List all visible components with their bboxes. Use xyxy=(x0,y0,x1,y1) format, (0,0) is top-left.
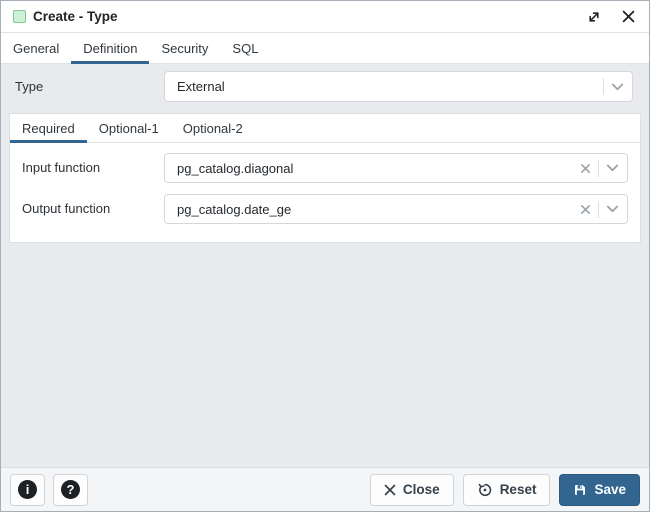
dialog-title: Create - Type xyxy=(33,9,118,24)
chevron-down-icon[interactable] xyxy=(611,82,624,92)
subtab-optional-2[interactable]: Optional-2 xyxy=(171,114,255,142)
subtab-optional-1[interactable]: Optional-1 xyxy=(87,114,171,142)
help-button[interactable]: ? xyxy=(53,474,88,506)
close-x-icon xyxy=(384,484,396,496)
clear-x-icon[interactable] xyxy=(580,204,591,215)
subtab-optional-1-label: Optional-1 xyxy=(99,121,159,136)
definition-subtabs: Required Optional-1 Optional-2 xyxy=(10,114,640,143)
tab-definition-label: Definition xyxy=(83,41,137,56)
input-function-combo[interactable]: pg_catalog.diagonal xyxy=(164,153,628,183)
dialog-titlebar: Create - Type xyxy=(1,1,649,33)
subtab-required[interactable]: Required xyxy=(10,114,87,142)
chevron-down-icon[interactable] xyxy=(606,204,619,214)
definition-tab-content: Type External Required Optional-1 Option… xyxy=(1,65,649,467)
tab-security-label: Security xyxy=(161,41,208,56)
info-button[interactable]: i xyxy=(10,474,45,506)
tab-general[interactable]: General xyxy=(1,33,71,63)
required-optional-panel: Required Optional-1 Optional-2 Input fun… xyxy=(9,113,641,243)
select-divider xyxy=(598,201,599,218)
type-field-label: Type xyxy=(15,71,43,102)
reset-button[interactable]: Reset xyxy=(463,474,551,506)
select-divider xyxy=(598,160,599,177)
info-icon: i xyxy=(18,480,37,499)
save-button[interactable]: Save xyxy=(559,474,640,506)
clear-x-icon[interactable] xyxy=(580,163,591,174)
tab-definition[interactable]: Definition xyxy=(71,33,149,63)
tab-security[interactable]: Security xyxy=(149,33,220,63)
create-type-dialog: Create - Type General Definition Securit… xyxy=(0,0,650,512)
reset-icon xyxy=(477,482,493,498)
dialog-footer: i ? Close xyxy=(1,467,649,511)
input-function-value: pg_catalog.diagonal xyxy=(177,161,580,176)
output-function-value: pg_catalog.date_ge xyxy=(177,202,580,217)
save-button-label: Save xyxy=(594,482,626,497)
tab-sql[interactable]: SQL xyxy=(220,33,270,63)
subtab-required-label: Required xyxy=(22,121,75,136)
input-function-label: Input function xyxy=(22,153,100,183)
subtab-optional-2-label: Optional-2 xyxy=(183,121,243,136)
close-button[interactable]: Close xyxy=(370,474,454,506)
save-icon xyxy=(573,483,587,497)
select-divider xyxy=(603,78,604,95)
output-function-label: Output function xyxy=(22,194,110,224)
close-button-label: Close xyxy=(403,482,440,497)
tab-general-label: General xyxy=(13,41,59,56)
dialog-tabs: General Definition Security SQL xyxy=(1,33,649,64)
type-select[interactable]: External xyxy=(164,71,633,102)
expand-icon[interactable] xyxy=(585,8,603,26)
output-function-combo[interactable]: pg_catalog.date_ge xyxy=(164,194,628,224)
chevron-down-icon[interactable] xyxy=(606,163,619,173)
type-select-value: External xyxy=(177,79,596,94)
help-icon: ? xyxy=(61,480,80,499)
close-icon[interactable] xyxy=(619,8,637,26)
reset-button-label: Reset xyxy=(500,482,537,497)
type-icon xyxy=(13,10,26,23)
tab-sql-label: SQL xyxy=(232,41,258,56)
